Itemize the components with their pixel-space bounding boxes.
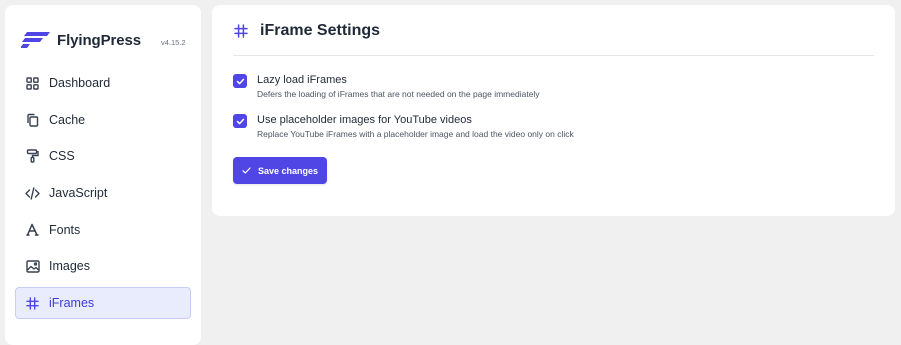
settings-panel: iFrame Settings Lazy load iFrames Defers… (212, 5, 895, 216)
save-button-label: Save changes (257, 165, 319, 176)
sidebar-item-fonts[interactable]: Fonts (15, 214, 191, 246)
brand-name: FlyingPress (57, 31, 141, 49)
divider (233, 55, 874, 56)
sidebar-item-label: Images (49, 259, 90, 274)
hash-icon (234, 24, 248, 38)
sidebar-item-dashboard[interactable]: Dashboard (15, 67, 191, 99)
save-changes-button[interactable]: Save changes (233, 157, 327, 184)
page-title: iFrame Settings (260, 22, 381, 39)
sidebar-item-css[interactable]: CSS (15, 140, 191, 172)
option-label[interactable]: Use placeholder images for YouTube video… (257, 113, 574, 127)
sidebar-item-images[interactable]: Images (15, 250, 191, 282)
brand[interactable]: FlyingPress (20, 29, 141, 51)
option-label[interactable]: Lazy load iFrames (257, 73, 540, 87)
panel-header: iFrame Settings (234, 22, 380, 40)
flyingpress-logo-icon (20, 30, 51, 50)
option-youtube-placeholder: Use placeholder images for YouTube video… (233, 113, 574, 140)
image-icon (25, 259, 40, 274)
code-icon (25, 186, 40, 201)
hash-icon (25, 296, 40, 311)
checkmark-icon (236, 118, 244, 124)
youtube-placeholder-checkbox[interactable] (233, 114, 247, 128)
grid-icon (25, 76, 40, 91)
sidebar-item-iframes[interactable]: iFrames (15, 287, 191, 320)
sidebar-item-cache[interactable]: Cache (15, 104, 191, 136)
option-description: Replace YouTube iFrames with a placehold… (257, 129, 574, 139)
sidebar-item-label: Fonts (49, 222, 81, 237)
lazy-load-iframes-checkbox[interactable] (233, 74, 247, 88)
copy-icon (25, 112, 40, 127)
sidebar-item-javascript[interactable]: JavaScript (15, 177, 191, 209)
font-icon (25, 222, 40, 237)
sidebar-item-label: iFrames (49, 296, 95, 311)
sidebar: FlyingPress v4.15.2 Dashboard Cache CSS … (5, 5, 201, 345)
check-icon (242, 166, 251, 175)
sidebar-item-label: JavaScript (49, 186, 108, 201)
option-description: Defers the loading of iFrames that are n… (257, 89, 540, 99)
paint-roller-icon (25, 149, 40, 164)
sidebar-item-label: Cache (49, 112, 86, 127)
option-lazy-load-iframes: Lazy load iFrames Defers the loading of … (233, 73, 540, 100)
sidebar-nav: Dashboard Cache CSS JavaScript Fonts Ima… (15, 67, 191, 324)
sidebar-item-label: Dashboard (49, 76, 111, 90)
checkmark-icon (236, 78, 244, 84)
brand-version: v4.15.2 (161, 38, 186, 47)
sidebar-item-label: CSS (49, 149, 75, 164)
